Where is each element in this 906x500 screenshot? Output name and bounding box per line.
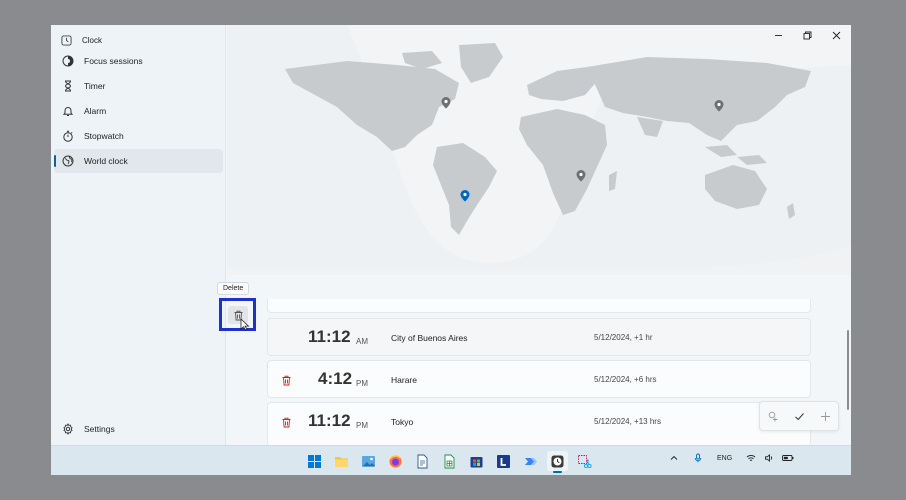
done-button[interactable] — [790, 407, 808, 425]
taskbar: ENG — [51, 445, 851, 475]
clock-city: Tokyo — [391, 417, 414, 427]
clock-time: 11:12 — [308, 411, 351, 430]
list-item-partial — [267, 299, 811, 313]
mouse-cursor-icon — [240, 318, 250, 331]
delete-button-highlight — [219, 298, 256, 331]
main-content: 11:12 AM City of Buenos Aires 5/12/2024,… — [227, 25, 851, 445]
app-title-bar: Clock — [61, 30, 102, 50]
folder-icon — [335, 456, 348, 467]
app-title: Clock — [82, 35, 103, 45]
sidebar-item-timer[interactable]: Timer — [54, 74, 223, 98]
delete-button[interactable] — [278, 372, 294, 388]
sidebar: Clock Focus sessions Timer Alarm Stopwat… — [51, 25, 226, 445]
clock-date-offset: 5/12/2024, +13 hrs — [594, 417, 661, 426]
settings-label: Settings — [84, 424, 115, 434]
gear-icon — [63, 423, 73, 435]
taskbar-docs[interactable] — [412, 451, 433, 471]
compare-icon — [768, 411, 777, 421]
taskbar-file-explorer[interactable] — [331, 451, 352, 471]
sidebar-item-label: Stopwatch — [84, 131, 124, 141]
system-tray: ENG — [669, 453, 794, 463]
clock-city: Harare — [391, 375, 417, 385]
checkmark-icon — [794, 412, 804, 420]
sidebar-item-focus-sessions[interactable]: Focus sessions — [54, 49, 223, 73]
taskbar-clock[interactable] — [547, 451, 568, 473]
language-indicator[interactable]: ENG — [717, 455, 732, 462]
sidebar-item-world-clock[interactable]: World clock — [54, 149, 223, 173]
sidebar-item-label: World clock — [84, 156, 128, 166]
taskbar-sheets[interactable] — [439, 451, 460, 471]
minimize-button[interactable] — [764, 25, 793, 45]
restore-icon — [803, 31, 812, 39]
sidebar-item-stopwatch[interactable]: Stopwatch — [54, 124, 223, 148]
bell-icon — [62, 107, 74, 116]
sidebar-item-label: Timer — [84, 81, 106, 91]
volume-icon[interactable] — [764, 453, 774, 463]
compact-mode-button[interactable] — [764, 407, 782, 425]
clock-app-icon — [61, 34, 72, 46]
wifi-icon[interactable] — [746, 453, 756, 463]
plus-icon — [820, 411, 830, 421]
globe-icon — [62, 155, 74, 167]
close-button[interactable] — [822, 25, 851, 45]
delete-button[interactable] — [278, 414, 294, 430]
clock-ampm: PM — [356, 379, 368, 388]
scissors-icon — [578, 454, 592, 468]
taskbar-store[interactable] — [466, 451, 487, 471]
list-item[interactable]: 4:12 PM Harare 5/12/2024, +6 hrs — [267, 360, 811, 398]
firefox-icon — [389, 454, 402, 467]
taskbar-snipping-tool[interactable] — [574, 451, 595, 471]
window-controls — [764, 25, 851, 45]
taskbar-l-app[interactable] — [493, 451, 514, 471]
restore-button[interactable] — [793, 25, 822, 45]
clock-ampm: AM — [356, 337, 368, 346]
world-map — [227, 25, 851, 275]
hourglass-icon — [64, 80, 72, 92]
microphone-icon[interactable] — [693, 453, 703, 463]
trash-icon — [282, 417, 290, 427]
focus-icon — [62, 55, 74, 67]
chevron-up-icon[interactable] — [669, 453, 679, 463]
document-icon — [417, 454, 428, 468]
taskbar-power-automate[interactable] — [520, 451, 541, 471]
scrollbar-thumb[interactable] — [847, 330, 849, 410]
store-icon — [470, 456, 483, 467]
clock-city: City of Buenos Aires — [391, 333, 468, 343]
photo-icon — [362, 455, 375, 467]
taskbar-photos[interactable] — [358, 451, 379, 471]
taskbar-apps — [304, 451, 595, 473]
arrows-icon — [525, 457, 537, 465]
edit-action-bar — [759, 401, 839, 431]
sidebar-item-alarm[interactable]: Alarm — [54, 99, 223, 123]
delete-tooltip: Delete — [217, 282, 250, 295]
clock-date-offset: 5/12/2024, +1 hr — [594, 333, 653, 342]
taskbar-firefox[interactable] — [385, 451, 406, 471]
clock-time: 4:12 — [318, 369, 353, 388]
sidebar-nav: Focus sessions Timer Alarm Stopwatch Wor… — [54, 49, 223, 174]
minimize-icon — [775, 34, 782, 36]
clock-ampm: PM — [356, 421, 368, 430]
battery-icon[interactable] — [782, 453, 794, 463]
trash-icon — [282, 375, 290, 385]
windows-logo-icon — [308, 454, 321, 468]
clock-date-offset: 5/12/2024, +6 hrs — [594, 375, 657, 384]
clock-time: 11:12 — [308, 327, 351, 346]
list-item[interactable]: 11:12 PM Tokyo 5/12/2024, +13 hrs — [267, 402, 811, 445]
sidebar-item-settings[interactable]: Settings — [62, 423, 115, 435]
add-city-button[interactable] — [816, 407, 834, 425]
sidebar-item-label: Focus sessions — [84, 56, 143, 66]
start-button[interactable] — [304, 451, 325, 471]
world-map-graphic — [227, 25, 851, 275]
sidebar-item-label: Alarm — [84, 106, 107, 116]
stopwatch-icon — [63, 130, 73, 142]
l-app-icon — [497, 454, 510, 468]
spreadsheet-icon — [444, 454, 455, 468]
clock-app-icon — [551, 455, 564, 467]
list-item[interactable]: 11:12 AM City of Buenos Aires 5/12/2024,… — [267, 318, 811, 356]
clock-window: Clock Focus sessions Timer Alarm Stopwat… — [51, 25, 851, 445]
close-icon — [832, 31, 841, 39]
